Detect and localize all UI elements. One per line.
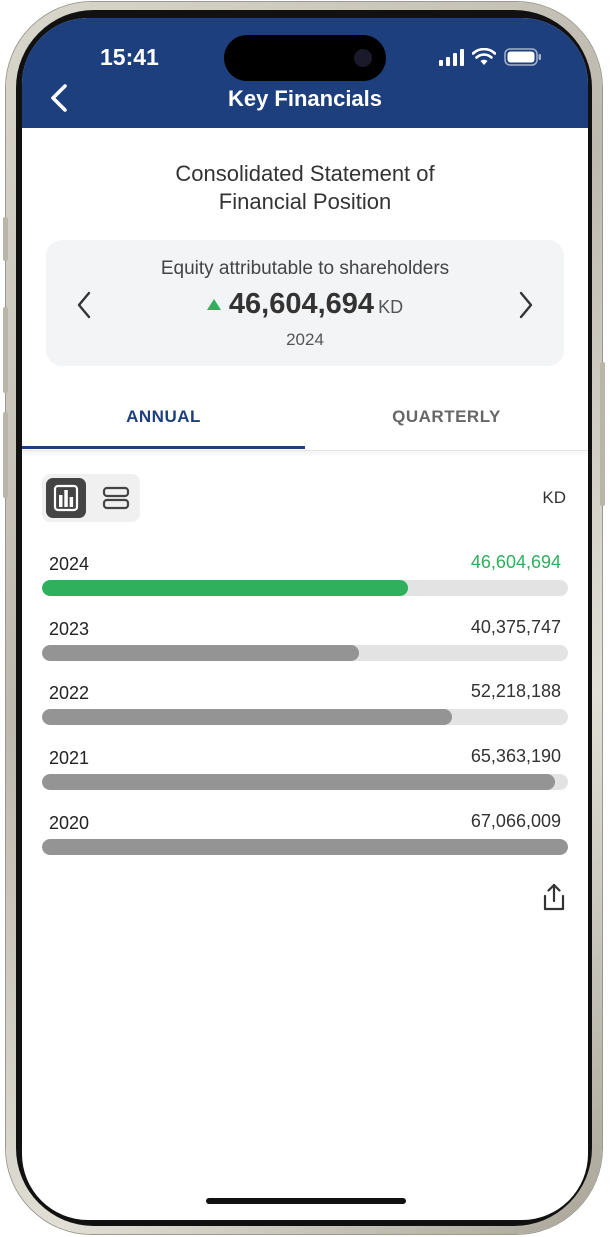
chevron-right-icon[interactable] <box>514 288 538 322</box>
metric-value-row: 46,604,694 KD <box>46 288 564 321</box>
metric-value: 46,604,694 <box>228 288 375 320</box>
power-button <box>600 362 605 506</box>
tab-annual[interactable]: ANNUAL <box>22 394 305 450</box>
bar-chart-icon <box>53 484 79 512</box>
status-time: 15:41 <box>100 44 159 70</box>
bar-year-label: 2024 <box>49 554 90 574</box>
statement-title-line2: Financial Position <box>218 189 392 214</box>
statement-title: Consolidated Statement of Financial Posi… <box>22 160 588 216</box>
bar-year-label: 2022 <box>49 683 90 704</box>
bar-track <box>42 838 568 855</box>
wifi-icon <box>472 48 496 65</box>
app-screen: 15:41 Key Financials Consolidated Statem… <box>22 18 588 1220</box>
dynamic-island <box>224 35 386 81</box>
bar-year-label: 2021 <box>49 748 90 769</box>
bar-track <box>42 709 568 726</box>
bar-track <box>42 774 568 791</box>
bar-fill <box>42 644 359 661</box>
bar-value-label: 46,604,694 <box>470 552 561 572</box>
tab-quarterly[interactable]: QUARTERLY <box>305 394 588 450</box>
period-tabs: ANNUAL QUARTERLY <box>22 394 588 451</box>
bar-row: 2022 52,218,188 <box>42 681 568 747</box>
list-view-icon <box>102 486 130 510</box>
home-indicator <box>206 1198 406 1204</box>
metric-unit: KD <box>378 297 404 317</box>
metric-label: Equity attributable to shareholders <box>160 258 450 279</box>
active-tab-indicator <box>22 446 305 449</box>
battery-icon <box>504 48 541 66</box>
volume-up-button <box>3 307 8 393</box>
bar-track <box>42 580 568 596</box>
cellular-signal-icon <box>439 48 464 66</box>
chart-view-button[interactable] <box>46 478 86 518</box>
unit-label: KD <box>542 488 566 507</box>
bar-value-label: 40,375,747 <box>470 616 561 637</box>
bar-row: 2024 46,604,694 <box>42 552 568 618</box>
summary-card: Equity attributable to shareholders 46,6… <box>46 240 564 366</box>
bar-year-label: 2020 <box>49 812 90 833</box>
bar-track <box>42 644 568 661</box>
bar-fill <box>42 774 555 791</box>
view-toggle <box>42 474 140 522</box>
bar-fill <box>42 838 568 855</box>
bar-fill <box>42 709 452 726</box>
metric-year: 2024 <box>286 330 324 349</box>
bar-year-label: 2023 <box>49 618 90 639</box>
bar-value-label: 65,363,190 <box>470 746 561 767</box>
action-button <box>3 217 8 261</box>
list-view-button[interactable] <box>96 478 136 518</box>
bar-row: 2021 65,363,190 <box>42 746 568 812</box>
bar-row: 2023 40,375,747 <box>42 616 568 683</box>
bar-value-label: 67,066,009 <box>470 810 561 831</box>
trend-up-icon <box>206 299 221 311</box>
status-icons <box>439 48 542 66</box>
volume-down-button <box>3 412 8 498</box>
bar-value-label: 52,218,188 <box>470 681 561 702</box>
bar-fill <box>42 580 408 596</box>
page-title: Key Financials <box>227 86 383 111</box>
bar-row: 2020 67,066,009 <box>42 810 568 877</box>
nav-header: 15:41 Key Financials <box>22 18 588 128</box>
statement-title-line1: Consolidated Statement of <box>175 161 435 186</box>
share-icon[interactable] <box>540 882 568 912</box>
